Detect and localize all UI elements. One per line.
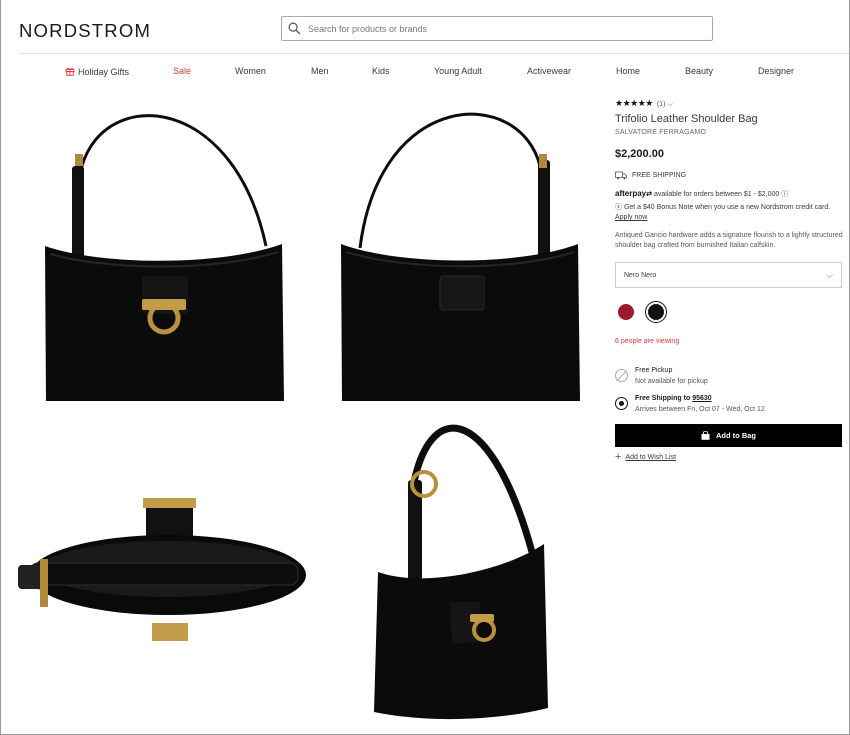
swatch-red[interactable] <box>615 301 637 323</box>
shipping-option[interactable]: Free Shipping to 95630 Arrives between F… <box>615 395 843 413</box>
afterpay-logo: afterpay <box>615 189 647 198</box>
color-swatches <box>615 301 843 323</box>
product-image-side[interactable] <box>372 412 550 724</box>
product-description: Antiqued Gancio hardware adds a signatur… <box>615 232 843 249</box>
nav-beauty[interactable]: Beauty <box>685 66 713 76</box>
nav-young-adult[interactable]: Young Adult <box>434 66 482 76</box>
add-to-bag-label: Add to Bag <box>716 431 756 440</box>
product-title: Trifolio Leather Shoulder Bag <box>615 113 758 125</box>
nav-designer[interactable]: Designer <box>758 66 794 76</box>
header-divider <box>19 53 849 54</box>
product-image-front[interactable] <box>42 96 284 406</box>
nav-activewear[interactable]: Activewear <box>527 66 571 76</box>
free-shipping-label: FREE SHIPPING <box>632 172 687 179</box>
nav-kids[interactable]: Kids <box>372 66 390 76</box>
pickup-sub: Not available for pickup <box>635 378 708 385</box>
bag-side-illustration <box>374 424 548 720</box>
swatch-red-dot <box>618 304 634 320</box>
search-icon <box>288 22 301 35</box>
add-to-wishlist-link[interactable]: + Add to Wish List <box>615 451 843 463</box>
shipping-eta: Arrives between Fri, Oct 07 - Wed, Oct 1… <box>635 406 765 413</box>
main-nav: Holiday Gifts Sale Women Men Kids Young … <box>0 66 850 80</box>
shipping-title: Free Shipping to <box>635 395 691 402</box>
nav-holiday-gifts-label: Holiday Gifts <box>78 67 130 77</box>
gift-icon <box>65 67 75 76</box>
free-shipping-note: FREE SHIPPING <box>615 171 843 180</box>
chevron-down-icon: ⌵ <box>667 101 673 108</box>
bag-front-illustration <box>45 114 284 401</box>
swatch-black[interactable] <box>645 301 667 323</box>
color-dropdown-value: Nero Nero <box>624 271 657 279</box>
nav-sale[interactable]: Sale <box>173 66 191 76</box>
search-bar[interactable] <box>281 16 713 41</box>
viewing-count: 6 people are viewing <box>615 338 680 345</box>
bag-top-illustration <box>18 498 306 641</box>
rating-stars[interactable]: ★★★★★ (1) ⌵ <box>615 98 843 109</box>
plus-icon: + <box>615 451 622 463</box>
bag-icon <box>701 431 710 440</box>
review-count: (1) <box>656 101 666 108</box>
nav-holiday-gifts[interactable]: Holiday Gifts <box>65 66 129 77</box>
product-price: $2,200.00 <box>615 148 664 160</box>
card-icon: ⓢ <box>615 204 622 211</box>
nav-men[interactable]: Men <box>311 66 329 76</box>
bonus-text: Get a $40 Bonus Note when you use a new … <box>623 204 831 211</box>
shipping-title-line: Free Shipping to 95630 <box>635 395 765 402</box>
chevron-down-icon: ⌵ <box>826 269 833 280</box>
afterpay-text: available for orders between $1 - $2,000 <box>653 191 780 198</box>
pickup-option[interactable]: Free Pickup Not available for pickup <box>615 367 843 385</box>
add-to-bag-button[interactable]: Add to Bag <box>615 424 842 447</box>
color-dropdown[interactable]: Nero Nero ⌵ <box>615 262 842 288</box>
info-icon[interactable]: ⓘ <box>781 191 788 198</box>
search-input[interactable] <box>308 23 688 34</box>
rating-stars-glyphs: ★★★★★ <box>615 98 653 108</box>
afterpay-note: afterpay⇄ available for orders between $… <box>615 189 843 199</box>
shipping-radio[interactable] <box>615 397 628 410</box>
bag-back-illustration <box>341 112 580 401</box>
zip-code-link[interactable]: 95630 <box>692 395 711 402</box>
nav-women[interactable]: Women <box>235 66 266 76</box>
pickup-radio[interactable] <box>615 369 628 382</box>
product-image-top[interactable] <box>18 495 308 645</box>
brand-link[interactable]: SALVATORE FERRAGAMO <box>615 129 843 136</box>
swatch-black-dot <box>648 304 664 320</box>
product-details: ★★★★★ (1) ⌵ Trifolio Leather Shoulder Bag … <box>615 98 843 463</box>
truck-icon <box>615 171 627 180</box>
nav-home[interactable]: Home <box>616 66 640 76</box>
afterpay-logo-icon: ⇄ <box>646 191 652 198</box>
nordstrom-logo[interactable]: NORDSTROM <box>19 20 151 42</box>
apply-now-link[interactable]: Apply now <box>615 214 647 221</box>
wishlist-label: Add to Wish List <box>625 453 677 461</box>
product-image-back[interactable] <box>340 96 582 406</box>
bonus-note: ⓢ Get a $40 Bonus Note when you use a ne… <box>615 203 843 223</box>
pickup-title: Free Pickup <box>635 367 673 374</box>
